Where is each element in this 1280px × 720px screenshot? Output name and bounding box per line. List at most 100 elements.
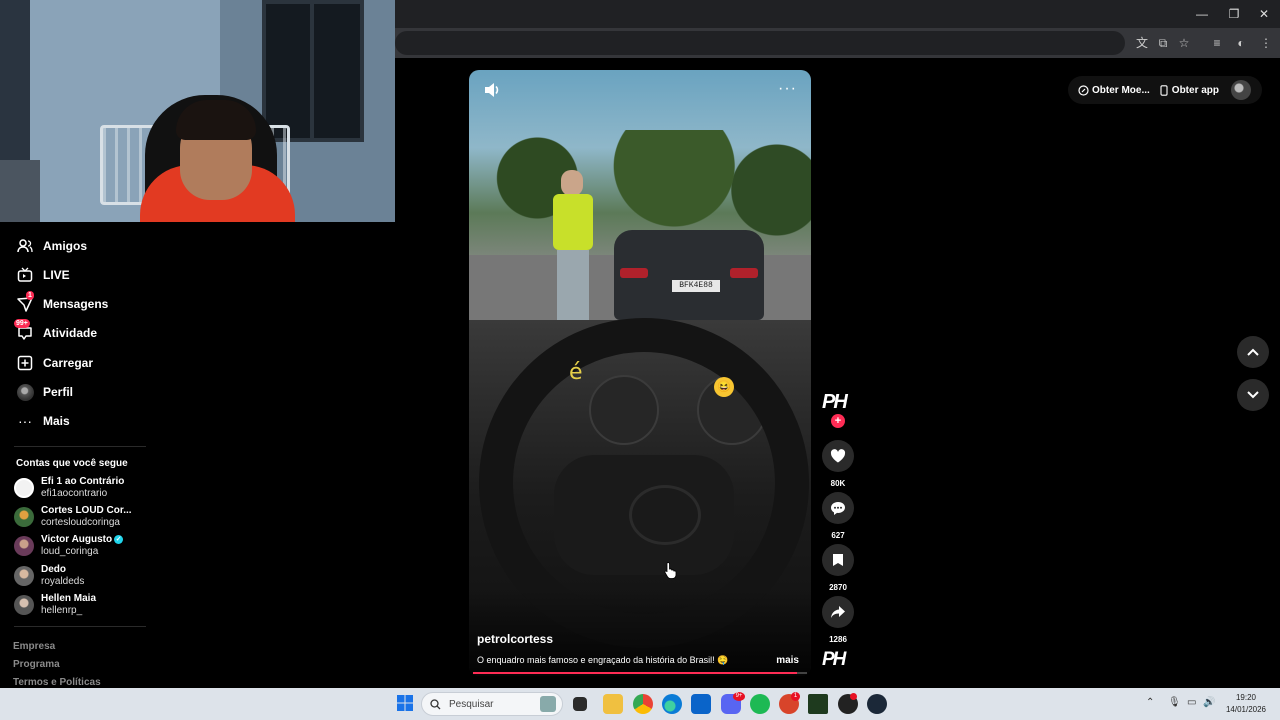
sidebar-item-label: Mais xyxy=(43,414,70,428)
sidebar-item-live[interactable]: LIVE xyxy=(16,264,70,286)
next-video-button[interactable] xyxy=(1237,379,1269,411)
address-bar[interactable] xyxy=(395,31,1125,55)
following-account[interactable]: Dedo royaldeds xyxy=(14,562,84,590)
share-button[interactable]: 1286 xyxy=(822,596,854,644)
profile-avatar-icon xyxy=(16,383,34,401)
sidebar-item-label: Amigos xyxy=(43,239,88,253)
sidebar-item-label: Atividade xyxy=(43,326,98,340)
like-button[interactable]: 80K xyxy=(822,440,854,488)
share-count: 1286 xyxy=(829,635,847,644)
following-account[interactable]: Hellen Maia hellenrp_ xyxy=(14,591,96,619)
previous-video-button[interactable] xyxy=(1237,336,1269,368)
taskbar-search[interactable]: Pesquisar xyxy=(421,692,563,716)
windows-taskbar: Pesquisar 9+ 1 ⌃ 🎙 ▭ 🔊 19:20 14/01/2026 xyxy=(0,688,1280,720)
save-count: 2870 xyxy=(829,583,847,592)
search-highlight-icon xyxy=(540,696,556,712)
comment-button[interactable]: 627 xyxy=(822,492,854,540)
footer-link-terms[interactable]: Termos e Políticas xyxy=(13,677,101,688)
minimize-icon[interactable]: — xyxy=(1188,4,1216,24)
chevron-up-icon xyxy=(1247,348,1259,356)
messenger-badge: 1 xyxy=(791,692,800,701)
more-icon: ··· xyxy=(18,413,32,429)
obs-recording-dot xyxy=(850,693,857,700)
sidebar-item-label: Mensagens xyxy=(43,297,109,311)
tray-overflow-icon[interactable]: ⌃ xyxy=(1146,697,1154,708)
profile-icon[interactable]: ◐ xyxy=(1232,34,1250,52)
live-icon xyxy=(16,266,34,284)
sidebar: Amigos LIVE 1 Mensagens 99+ Atividade Ca… xyxy=(0,222,160,688)
taskbar-clock[interactable]: 19:20 14/01/2026 xyxy=(1224,692,1268,716)
caption-more-link[interactable]: mais xyxy=(776,655,799,666)
avatar xyxy=(14,595,34,615)
laughing-emoji-icon: 😆 xyxy=(714,377,734,397)
video-username[interactable]: petrolcortess xyxy=(477,632,553,646)
upload-icon xyxy=(16,354,34,372)
following-account[interactable]: Victor Augusto ✓ loud_coringa xyxy=(14,532,124,560)
save-button[interactable]: 2870 xyxy=(822,544,854,592)
hand-cursor-icon xyxy=(664,562,677,579)
comment-count: 627 xyxy=(831,531,845,540)
volume-tray-icon[interactable]: 🔊 xyxy=(1203,697,1215,708)
avatar xyxy=(14,478,34,498)
close-icon[interactable]: ✕ xyxy=(1250,4,1278,24)
activity-icon: 99+ xyxy=(14,319,34,342)
following-account[interactable]: Cortes LOUD Cor... cortesloudcoringa xyxy=(14,503,132,531)
sidebar-item-upload[interactable]: Carregar xyxy=(16,352,93,374)
car-ahead: BFK4E88 xyxy=(614,230,764,320)
video-options-icon[interactable]: ··· xyxy=(778,80,797,98)
webcam-overlay xyxy=(0,0,395,222)
sidebar-item-label: Perfil xyxy=(43,385,74,399)
sidebar-item-activity[interactable]: 99+ Atividade xyxy=(14,319,98,344)
bookmark-star-icon[interactable]: ☆ xyxy=(1175,34,1193,52)
discord-badge: 9+ xyxy=(733,692,745,701)
avatar xyxy=(14,566,34,586)
get-coins-button[interactable]: Obter Moe... xyxy=(1078,85,1150,96)
room-window xyxy=(262,0,364,142)
footer-link-program[interactable]: Programa xyxy=(13,659,60,670)
sidebar-item-messages[interactable]: 1 Mensagens xyxy=(16,291,109,315)
video-progress-bar[interactable] xyxy=(473,672,807,674)
translate-icon[interactable]: 文 xyxy=(1133,34,1151,52)
sidebar-item-friends[interactable]: Amigos xyxy=(16,235,87,257)
bookmark-icon xyxy=(822,544,854,576)
traffic-officer xyxy=(547,170,599,325)
messages-badge: 1 xyxy=(26,291,34,300)
microphone-icon[interactable]: 🎙 xyxy=(1168,697,1181,708)
following-account[interactable]: Efi 1 ao Contrário efi1aocontrario xyxy=(14,474,124,502)
follow-plus-icon[interactable]: + xyxy=(831,414,845,428)
steam-icon[interactable] xyxy=(867,694,887,714)
coin-icon xyxy=(1078,84,1089,96)
verified-icon: ✓ xyxy=(114,534,124,544)
spotify-icon[interactable] xyxy=(750,694,770,714)
activity-badge: 99+ xyxy=(14,319,30,328)
edge-icon[interactable] xyxy=(662,694,682,714)
volume-icon[interactable] xyxy=(483,82,501,98)
screen: — ❐ ✕ 文 ⧉ ☆ ≡ ◐ ⋮ Amigos LIVE 1 Mensagen… xyxy=(0,0,1280,720)
footer-link-company[interactable]: Empresa xyxy=(13,641,55,652)
network-icon[interactable]: ▭ xyxy=(1187,697,1196,708)
video-player[interactable]: BFK4E88 é 😆 ··· petrolcortess O enquadro… xyxy=(469,70,811,676)
sidebar-item-more[interactable]: ··· Mais xyxy=(16,410,70,432)
terminal-icon[interactable] xyxy=(808,694,828,714)
reading-list-icon[interactable]: ≡ xyxy=(1208,34,1226,52)
chrome-icon[interactable] xyxy=(633,694,653,714)
heart-icon xyxy=(822,440,854,472)
creator-avatar[interactable]: PH xyxy=(822,391,848,414)
cast-icon[interactable]: ⧉ xyxy=(1154,34,1172,52)
sound-avatar[interactable]: PH xyxy=(822,649,846,671)
sidebar-item-profile[interactable]: Perfil xyxy=(16,381,73,403)
windows-start-icon[interactable] xyxy=(396,694,416,714)
browser-menu-icon[interactable]: ⋮ xyxy=(1257,34,1275,52)
divider xyxy=(14,446,146,447)
get-app-button[interactable]: Obter app xyxy=(1160,85,1219,96)
outlook-icon[interactable] xyxy=(691,694,711,714)
task-view-icon[interactable] xyxy=(573,697,587,711)
restore-icon[interactable]: ❐ xyxy=(1220,4,1248,24)
phone-icon xyxy=(1160,84,1168,96)
chevron-down-icon xyxy=(1247,391,1259,399)
overlay-text: é xyxy=(569,360,583,385)
user-avatar[interactable] xyxy=(1231,80,1252,100)
friends-icon xyxy=(16,237,34,255)
file-explorer-icon[interactable] xyxy=(603,694,623,714)
avatar xyxy=(14,507,34,527)
